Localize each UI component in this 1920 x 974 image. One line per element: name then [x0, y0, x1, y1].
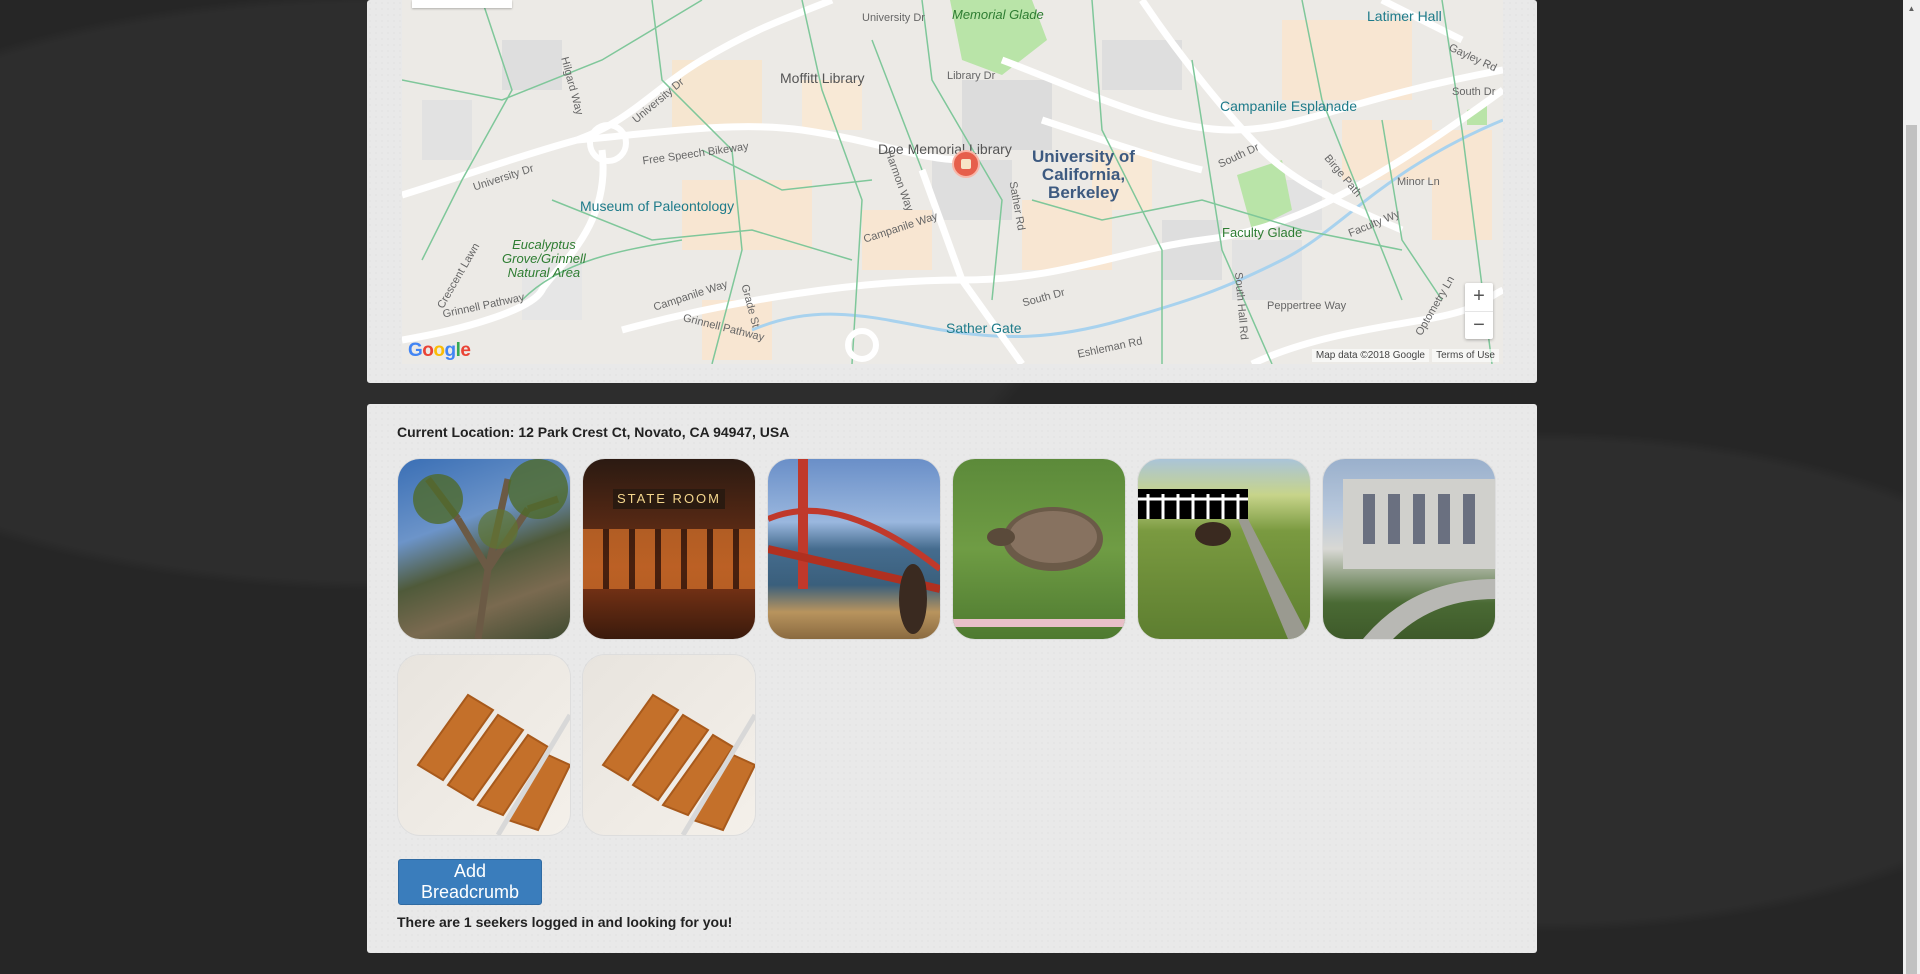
- google-logo: Google: [408, 340, 471, 361]
- map-label-eucalyptus-grove: Eucalyptus Grove/Grinnell Natural Area: [502, 237, 586, 280]
- building-drawing: [1343, 479, 1495, 639]
- photo-library-building[interactable]: [1323, 459, 1495, 639]
- state-room-sign: STATE ROOM: [613, 489, 725, 509]
- add-breadcrumb-button[interactable]: Add Breadcrumb: [398, 859, 542, 905]
- map-label-faculty-glade: Faculty Glade: [1222, 225, 1303, 240]
- breadcrumb-panel: Current Location: 12 Park Crest Ct, Nova…: [367, 404, 1537, 953]
- page-scrollbar[interactable]: ▲: [1903, 0, 1920, 974]
- map-label-campanile-esplanade: Campanile Esplanade: [1220, 98, 1357, 114]
- photo-bread-2[interactable]: [583, 655, 755, 835]
- map-label-peppertree-way: Peppertree Way: [1267, 300, 1347, 312]
- photo-golden-gate[interactable]: [768, 459, 940, 639]
- current-location: Current Location: 12 Park Crest Ct, Nova…: [397, 424, 790, 440]
- scroll-up-arrow[interactable]: ▲: [1903, 0, 1920, 17]
- map-label-university-dr-top: University Dr: [862, 12, 925, 24]
- zoom-in-button[interactable]: +: [1465, 283, 1493, 311]
- bridge-drawing: [768, 459, 940, 634]
- seekers-status: There are 1 seekers logged in and lookin…: [397, 914, 733, 930]
- map-label-south-dr-3: South Dr: [1452, 86, 1496, 98]
- scroll-thumb[interactable]: [1906, 125, 1917, 974]
- map-label-minor-ln: Minor Ln: [1397, 176, 1440, 188]
- map-label-museum-paleontology: Museum of Paleontology: [580, 198, 735, 214]
- photo-state-room[interactable]: STATE ROOM: [583, 459, 755, 639]
- turkey-drawing: [1138, 489, 1310, 639]
- map-label-memorial-glade: Memorial Glade: [952, 7, 1044, 22]
- state-room-windows: [583, 529, 755, 589]
- photo-tortoise[interactable]: [953, 459, 1125, 639]
- map-label-moffitt-library: Moffitt Library: [780, 70, 865, 86]
- bread-drawing: [416, 693, 570, 835]
- map-attribution: Map data ©2018 Google: [1311, 349, 1429, 362]
- zoom-control: + −: [1465, 283, 1493, 339]
- bread-drawing: [601, 693, 755, 835]
- map-label-doe-library: Doe Memorial Library: [878, 141, 1012, 157]
- photo-turkey[interactable]: [1138, 459, 1310, 639]
- location-marker[interactable]: [952, 150, 980, 178]
- map-label-latimer-hall: Latimer Hall: [1367, 8, 1442, 24]
- photo-bread-1[interactable]: [398, 655, 570, 835]
- map-label-uc-berkeley: University of California, Berkeley: [1032, 147, 1135, 202]
- google-map[interactable]: Memorial Glade Latimer Hall Moffitt Libr…: [402, 0, 1503, 364]
- map-panel: Memorial Glade Latimer Hall Moffitt Libr…: [367, 0, 1537, 383]
- terms-of-use-link[interactable]: Terms of Use: [1432, 349, 1499, 362]
- photo-tree[interactable]: [398, 459, 570, 639]
- map-label-sather-gate: Sather Gate: [946, 320, 1022, 336]
- map-label-library-dr: Library Dr: [947, 70, 996, 82]
- tree-branches: [413, 459, 568, 639]
- zoom-out-button[interactable]: −: [1465, 311, 1493, 340]
- map-top-control[interactable]: [412, 0, 512, 8]
- tortoise-drawing: [953, 507, 1125, 627]
